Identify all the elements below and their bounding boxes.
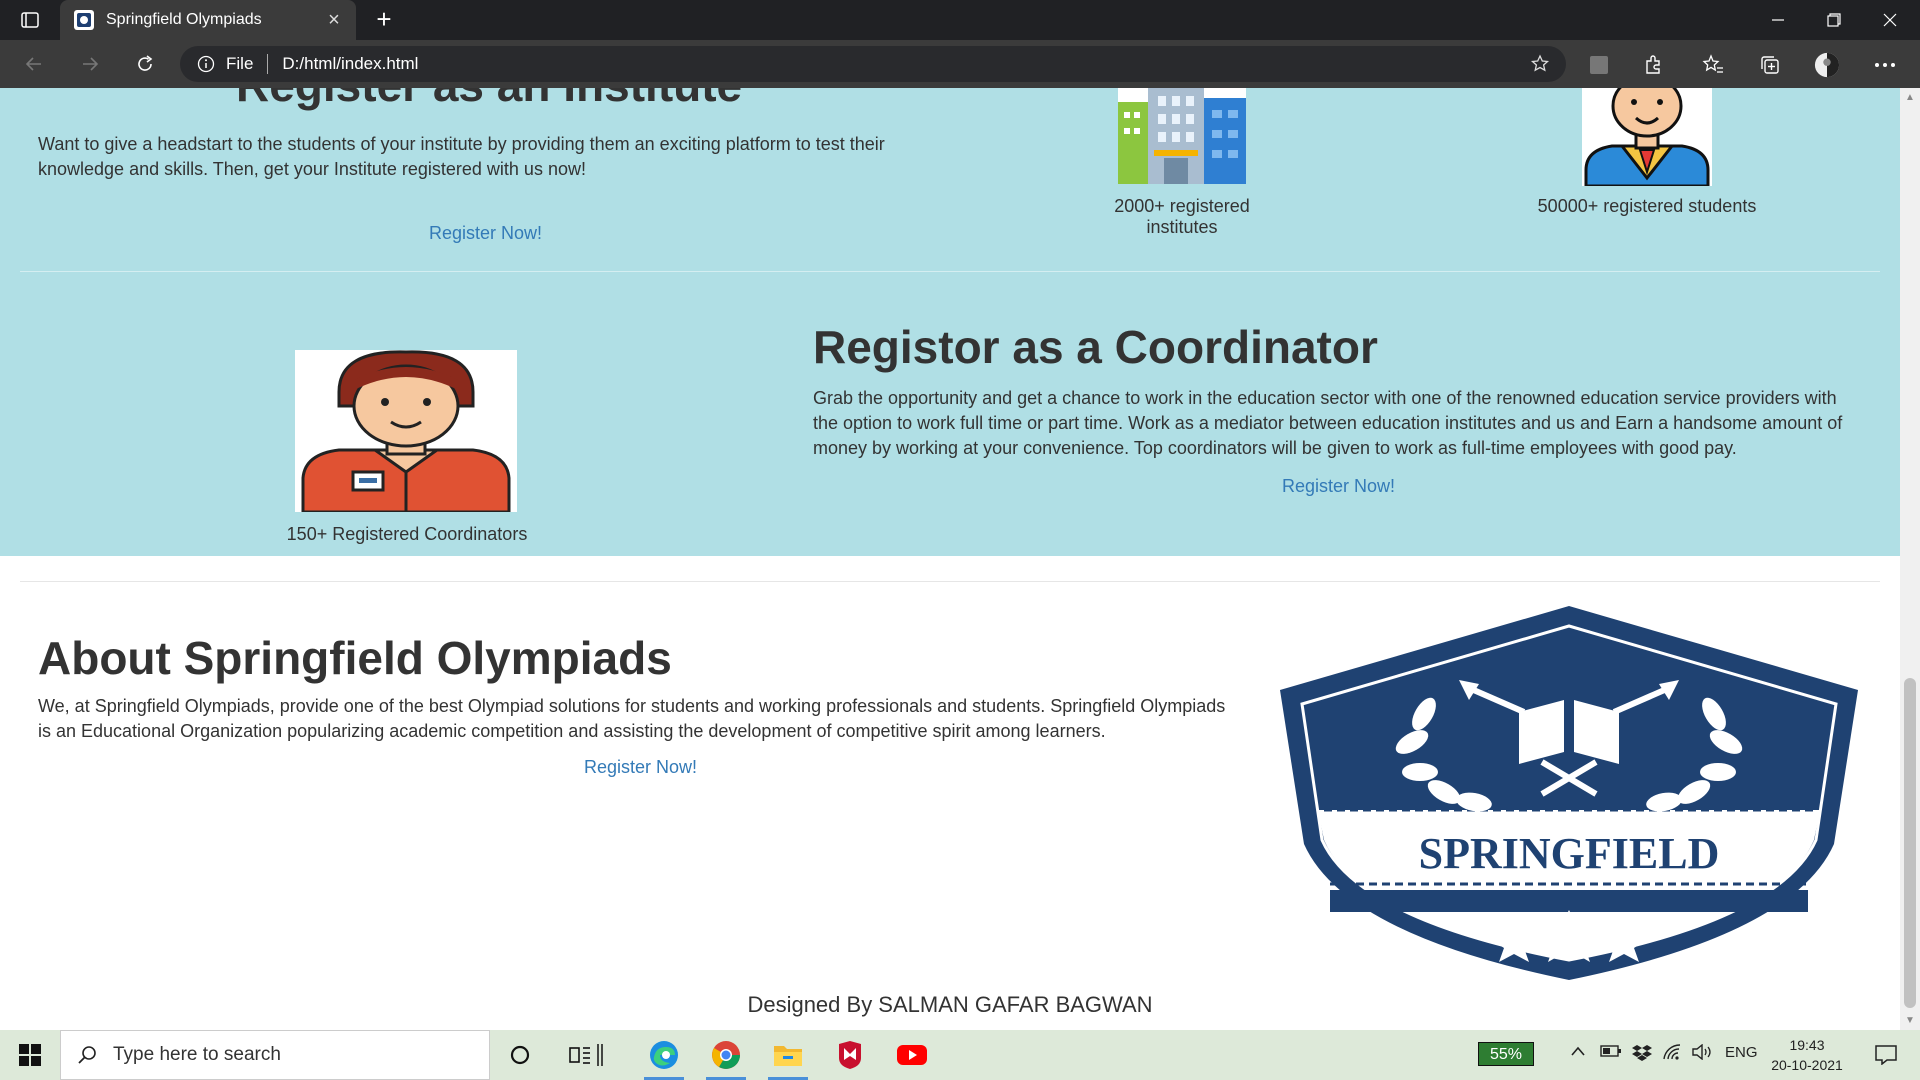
browser-titlebar: Springfield Olympiads × + xyxy=(0,0,1920,40)
browser-tab[interactable]: Springfield Olympiads × xyxy=(60,0,356,40)
institutes-count: 2000+ registered institutes xyxy=(1114,196,1250,237)
new-tab-button[interactable]: + xyxy=(368,4,400,36)
show-hidden-icons-icon[interactable] xyxy=(1570,1044,1586,1062)
battery-icon[interactable] xyxy=(1600,1044,1622,1063)
extension-square-icon[interactable] xyxy=(1586,52,1612,78)
dropbox-icon[interactable] xyxy=(1632,1044,1652,1067)
clock-date: 20-10-2021 xyxy=(1771,1057,1843,1073)
student-image xyxy=(1582,88,1712,186)
search-icon xyxy=(75,1043,99,1067)
extensions-icon[interactable] xyxy=(1641,52,1667,78)
springfield-logo: SPRINGFIELD xyxy=(1280,606,1858,980)
section-divider xyxy=(20,581,1880,582)
language-indicator[interactable]: ENG xyxy=(1725,1044,1758,1061)
chrome-icon[interactable] xyxy=(698,1030,754,1080)
logo-text: SPRINGFIELD xyxy=(1419,829,1720,878)
info-icon[interactable] xyxy=(196,54,216,74)
minimize-button[interactable] xyxy=(1750,0,1806,40)
tab-actions-icon[interactable] xyxy=(14,8,46,32)
address-url[interactable]: D:/html/index.html xyxy=(282,54,418,74)
notifications-icon[interactable] xyxy=(1858,1030,1914,1080)
taskbar-clock[interactable]: 19:43 20-10-2021 xyxy=(1764,1035,1850,1075)
scrollbar-thumb[interactable] xyxy=(1904,678,1916,1008)
profile-avatar[interactable] xyxy=(1814,52,1840,78)
page-viewport[interactable]: Register as an Institute Want to give a … xyxy=(0,88,1900,1030)
tab-title: Springfield Olympiads xyxy=(106,11,262,28)
cortana-icon[interactable] xyxy=(492,1030,548,1080)
taskbar-search[interactable]: Type here to search xyxy=(60,1030,490,1080)
favorites-icon[interactable] xyxy=(1700,52,1726,78)
volume-icon[interactable] xyxy=(1692,1043,1714,1065)
address-separator xyxy=(267,54,269,74)
youtube-icon[interactable] xyxy=(884,1030,940,1080)
building-image xyxy=(1118,88,1246,184)
taskbar-divider xyxy=(590,1030,610,1080)
close-window-button[interactable] xyxy=(1862,0,1918,40)
about-register-link[interactable]: Register Now! xyxy=(584,757,697,778)
search-placeholder: Type here to search xyxy=(113,1044,281,1065)
mcafee-icon[interactable] xyxy=(822,1030,878,1080)
about-heading: About Springfield Olympiads xyxy=(38,632,672,684)
coordinator-image xyxy=(295,350,517,512)
back-button[interactable] xyxy=(14,48,54,80)
footer-credit: Designed By SALMAN GAFAR BAGWAN xyxy=(747,992,1153,1017)
browser-toolbar: File D:/html/index.html xyxy=(0,40,1920,88)
coordinator-register-link[interactable]: Register Now! xyxy=(1282,476,1395,497)
collections-icon[interactable] xyxy=(1757,52,1783,78)
start-button[interactable] xyxy=(0,1030,60,1080)
forward-button[interactable] xyxy=(70,48,110,80)
section-divider xyxy=(20,271,1880,272)
address-bar[interactable]: File D:/html/index.html xyxy=(180,46,1566,82)
students-count: 50000+ registered students xyxy=(1537,196,1757,216)
file-explorer-icon[interactable] xyxy=(760,1030,816,1080)
wifi-icon[interactable] xyxy=(1662,1044,1684,1065)
close-tab-icon[interactable]: × xyxy=(320,9,348,32)
page-scrollbar[interactable]: ▲ ▼ xyxy=(1900,88,1920,1030)
site-favicon-icon xyxy=(74,10,94,30)
address-scheme: File xyxy=(226,54,254,73)
add-favorite-icon[interactable] xyxy=(1528,52,1552,76)
institute-description: Want to give a headstart to the students… xyxy=(38,134,885,179)
coordinators-count: 150+ Registered Coordinators xyxy=(286,524,528,544)
refresh-button[interactable] xyxy=(125,48,165,80)
scroll-up-icon[interactable]: ▲ xyxy=(1905,92,1915,103)
scroll-down-icon[interactable]: ▼ xyxy=(1905,1015,1915,1026)
coordinator-heading: Registor as a Coordinator xyxy=(813,321,1378,373)
edge-browser-icon[interactable] xyxy=(636,1030,692,1080)
institute-heading: Register as an Institute xyxy=(236,88,742,112)
windows-taskbar: Type here to search 55% ENG 19:43 20-10-… xyxy=(0,1030,1920,1080)
battery-percentage[interactable]: 55% xyxy=(1478,1042,1534,1066)
clock-time: 19:43 xyxy=(1789,1037,1825,1053)
coordinator-description: Grab the opportunity and get a chance to… xyxy=(813,388,1843,458)
more-options-icon[interactable] xyxy=(1872,52,1898,78)
institute-register-link[interactable]: Register Now! xyxy=(429,223,542,244)
about-description: We, at Springfield Olympiads, provide on… xyxy=(38,696,1226,741)
restore-button[interactable] xyxy=(1806,0,1862,40)
